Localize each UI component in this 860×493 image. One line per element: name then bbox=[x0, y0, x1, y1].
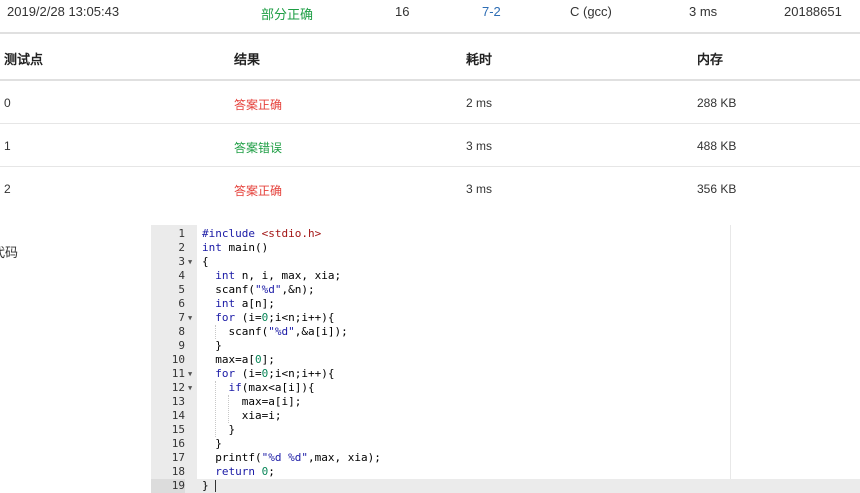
line-number: 8 bbox=[178, 325, 185, 338]
line-number: 4 bbox=[178, 269, 185, 282]
divider bbox=[0, 123, 860, 124]
code-text: { bbox=[202, 255, 209, 268]
code-text: if(max<a[i]){ bbox=[228, 381, 315, 394]
code-text: max=a[0]; bbox=[202, 353, 275, 366]
code-text: } bbox=[202, 437, 222, 450]
row-time: 3 ms bbox=[466, 139, 493, 153]
header-time: 耗时 bbox=[466, 52, 493, 67]
code-text: } bbox=[202, 339, 222, 352]
indent-guide bbox=[228, 395, 230, 423]
line-number: 17 bbox=[171, 451, 185, 464]
row-id: 0 bbox=[4, 96, 11, 110]
indent-guide bbox=[215, 381, 217, 437]
code-text: #include <stdio.h> bbox=[202, 227, 322, 240]
code-line[interactable]: 1 #include <stdio.h> bbox=[151, 227, 860, 241]
code-text: xia=i; bbox=[202, 409, 282, 422]
line-number: 3 bbox=[178, 255, 185, 268]
row-id: 2 bbox=[4, 182, 11, 196]
line-number: 10 bbox=[171, 353, 185, 366]
problem-link[interactable]: 7-2 bbox=[482, 4, 501, 19]
code-line[interactable]: 8 scanf("%d",&a[i]); bbox=[151, 325, 860, 339]
line-number: 18 bbox=[171, 465, 185, 478]
code-line[interactable]: 2 int main() bbox=[151, 241, 860, 255]
line-number: 15 bbox=[171, 423, 185, 436]
code-line[interactable]: 5 scanf("%d",&n); bbox=[151, 283, 860, 297]
code-text: return 0; bbox=[215, 465, 275, 478]
code-line[interactable]: 16 } bbox=[151, 437, 860, 451]
row-time: 2 ms bbox=[466, 96, 493, 110]
row-memory: 356 KB bbox=[697, 182, 737, 196]
code-text: } bbox=[202, 423, 236, 436]
header-result: 结果 bbox=[234, 52, 261, 67]
submission-time: 2019/2/28 13:05:43 bbox=[7, 4, 120, 19]
fold-toggle-icon[interactable]: ▼ bbox=[188, 311, 192, 325]
code-line[interactable]: 3 ▼ { bbox=[151, 255, 860, 269]
line-number: 13 bbox=[171, 395, 185, 408]
submission-summary-row: 2019/2/28 13:05:43 部分正确 16 7-2 C (gcc) 3… bbox=[0, 0, 860, 32]
fold-toggle-icon[interactable]: ▼ bbox=[188, 367, 192, 381]
code-section-label: 代码 bbox=[0, 245, 19, 260]
code-line[interactable]: 15 } bbox=[151, 423, 860, 437]
line-number: 6 bbox=[178, 297, 185, 310]
row-result: 答案正确 bbox=[234, 98, 283, 112]
submission-compiler: C (gcc) bbox=[570, 4, 612, 19]
submission-score: 16 bbox=[395, 4, 410, 19]
row-time: 3 ms bbox=[466, 182, 493, 196]
code-line[interactable]: 12 ▼ if(max<a[i]){ bbox=[151, 381, 860, 395]
code-line[interactable]: 11 ▼ for (i=0;i<n;i++){ bbox=[151, 367, 860, 381]
code-text: int main() bbox=[202, 241, 269, 254]
submission-user: 20188651 bbox=[784, 4, 842, 19]
code-text: int a[n]; bbox=[215, 297, 275, 310]
row-result: 答案正确 bbox=[234, 184, 283, 198]
divider bbox=[0, 79, 860, 81]
line-number: 11 bbox=[171, 367, 185, 380]
submission-status: 部分正确 bbox=[261, 7, 314, 22]
code-line[interactable]: 7 ▼ for (i=0;i<n;i++){ bbox=[151, 311, 860, 325]
code-line[interactable]: 10 max=a[0]; bbox=[151, 353, 860, 367]
code-line[interactable]: 19} bbox=[151, 479, 860, 493]
fold-toggle-icon[interactable]: ▼ bbox=[188, 381, 192, 395]
line-number: 19 bbox=[151, 479, 185, 493]
line-number: 5 bbox=[178, 283, 185, 296]
header-testcase: 测试点 bbox=[4, 52, 44, 67]
code-line[interactable]: 14 xia=i; bbox=[151, 409, 860, 423]
code-text: for (i=0;i<n;i++){ bbox=[215, 311, 335, 324]
line-number: 9 bbox=[178, 339, 185, 352]
text-cursor bbox=[215, 480, 217, 492]
code-text: scanf("%d",&n); bbox=[202, 283, 315, 296]
row-result: 答案错误 bbox=[234, 141, 283, 155]
code-line[interactable]: 17 printf("%d %d",max, xia); bbox=[151, 451, 860, 465]
divider bbox=[0, 166, 860, 167]
code-text: int n, i, max, xia; bbox=[215, 269, 342, 282]
code-text: } bbox=[202, 479, 209, 492]
code-line[interactable]: 18 return 0; bbox=[151, 465, 860, 479]
code-line[interactable]: 9 } bbox=[151, 339, 860, 353]
line-number: 16 bbox=[171, 437, 185, 450]
row-memory: 288 KB bbox=[697, 96, 737, 110]
fold-toggle-icon[interactable]: ▼ bbox=[188, 255, 192, 269]
code-editor[interactable]: 1 #include <stdio.h> 2 int main() 3 ▼{4 int n… bbox=[151, 225, 860, 493]
submission-runtime: 3 ms bbox=[689, 4, 718, 19]
line-number: 1 bbox=[178, 227, 185, 240]
indent-guide bbox=[215, 325, 217, 339]
code-line[interactable]: 13 max=a[i]; bbox=[151, 395, 860, 409]
divider bbox=[0, 32, 860, 34]
line-number: 7 bbox=[178, 311, 185, 324]
code-text: printf("%d %d",max, xia); bbox=[202, 451, 381, 464]
line-number: 12 bbox=[171, 381, 185, 394]
code-line[interactable]: 6 int a[n]; bbox=[151, 297, 860, 311]
header-memory: 内存 bbox=[697, 52, 724, 67]
line-number: 2 bbox=[178, 241, 185, 254]
row-memory: 488 KB bbox=[697, 139, 737, 153]
row-id: 1 bbox=[4, 139, 11, 153]
code-line[interactable]: 4 int n, i, max, xia; bbox=[151, 269, 860, 283]
code-text: for (i=0;i<n;i++){ bbox=[215, 367, 335, 380]
code-text: scanf("%d",&a[i]); bbox=[202, 325, 348, 338]
line-number: 14 bbox=[171, 409, 185, 422]
